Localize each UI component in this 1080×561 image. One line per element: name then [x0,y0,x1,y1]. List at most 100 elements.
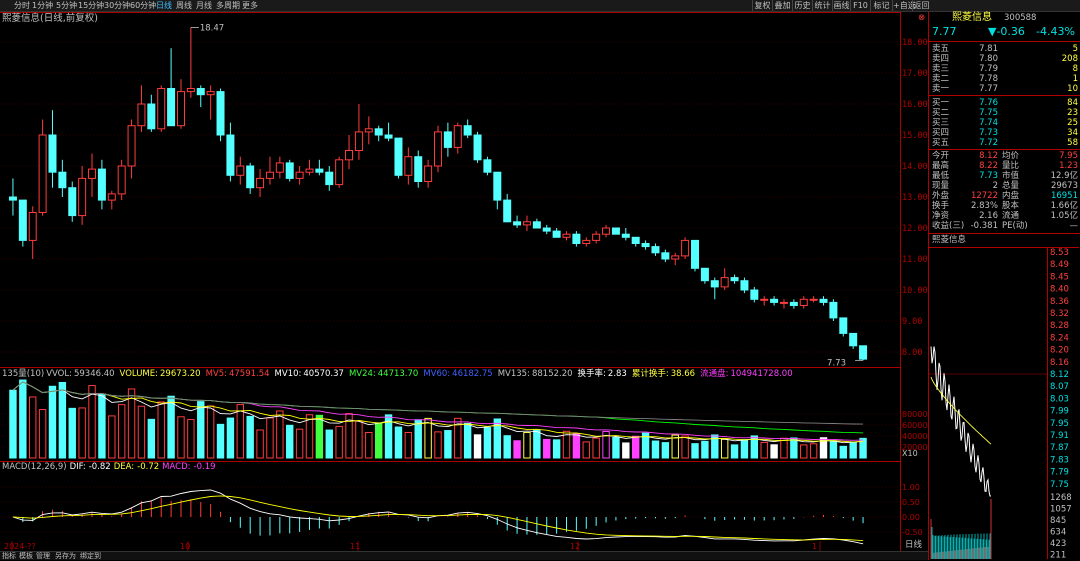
volume-legend-item: MV60: [423,369,451,379]
period-tab[interactable]: 5分钟 [56,1,77,11]
candle [256,169,265,197]
stat-label: 换手 [932,201,950,211]
bid-volume: 84 [1067,98,1078,108]
volume-bar [325,429,333,459]
volume-bar [38,409,47,459]
candle [859,345,868,361]
candle [404,147,413,185]
intraday-mini-chart[interactable]: 8.53 8.49 8.45 8.40 8.36 8.32 8.28 8.24 8.20 8.16… [929,247,1079,559]
bid-volume: 23 [1067,108,1078,118]
period-label: 日线 [905,540,923,550]
volume-bar [365,432,373,459]
mini-price-tick: 7.83 [1050,455,1069,465]
volume-legend-item: 46182.75 [452,369,493,379]
toolbar-button[interactable]: 画线 [832,0,850,11]
candle [137,85,146,132]
candle [364,116,373,145]
period-tab[interactable]: 多周期 [216,1,240,11]
candle [354,104,363,160]
volume-bar [9,389,17,459]
volume-bar [19,379,27,459]
macd-legend-item: -0.72 [137,462,160,472]
candle [671,252,680,266]
candle [147,94,156,132]
current-price: 7.77 [932,25,957,38]
volume-bar [552,439,561,459]
candle [542,224,551,235]
volume-bar [572,433,581,459]
ask-volume: 1 [1072,74,1078,84]
volume-bar [246,415,254,459]
macd-legend-item: DIF: [69,462,86,472]
bid-row: 买四 7.73 34 [932,128,1078,138]
ask-row: 卖四 7.80 208 [932,54,1078,64]
period-tab[interactable]: 30分钟 [104,1,130,11]
candle [48,110,57,188]
bid-price: 7.73 [979,128,998,138]
period-tab[interactable]: 月线 [196,1,212,11]
quote-price-row: 7.77 ▼-0.36 -4.43% [932,25,1078,40]
candle [315,159,324,176]
candle [513,215,522,228]
quote-panel: 熙菱信息 300588 7.77 ▼-0.36 -4.43% 卖五 7.81 5 卖四 7.80 2… [928,12,1080,560]
toolbar-button[interactable]: 复权 [752,0,772,11]
candle [552,228,561,238]
mini-price-tick: 8.28 [1050,321,1069,331]
period-tab[interactable]: 分时 [14,1,30,11]
volume-bar [108,415,116,459]
period-tab[interactable]: 日线 [156,1,172,11]
candle [295,166,304,185]
candle [305,159,314,176]
indicator-tabs: 指标 模板 管理 另存为 绑定到 [0,551,928,560]
toolbar-button[interactable]: 返回 [912,0,930,11]
period-tab[interactable]: 更多 [242,1,258,11]
candle [216,88,225,142]
mini-title-row: 熙菱信息 [932,235,1078,245]
mini-volume-tick: 634 [1050,528,1066,538]
stat-value: 7.95 [1059,151,1078,161]
volume-bar [216,423,225,459]
ask-row: 卖五 7.81 5 [932,44,1078,54]
chart-title: 熙菱信息(日线,前复权) [2,13,98,24]
volume-bar [167,395,175,459]
period-tab[interactable]: 15分钟 [78,1,104,11]
volume-bar [117,404,126,459]
stat-label: 流通 [1002,211,1020,221]
mini-volume-tick: 845 [1050,516,1066,526]
candle [236,156,245,185]
volume-legend-item: MV135: [497,369,530,379]
period-tab[interactable]: 周线 [176,1,192,11]
stat-row: 今开 8.12 均价 7.95 [932,151,1078,161]
stat-label: 最高 [932,161,950,171]
toolbar-button[interactable]: F10 [850,0,870,11]
toolbar-button[interactable]: 标记 [870,0,892,11]
mini-price-tick: 8.49 [1050,260,1069,270]
toolbar-button[interactable]: 叠加 [772,0,792,11]
price-tick: 14.00 [902,162,928,172]
stat-label: 股本 [1002,201,1020,211]
toolbar-button[interactable]: +自选 [892,0,916,11]
mini-price-tick: 7.87 [1050,443,1069,453]
toolbar-button[interactable]: 统计 [812,0,832,11]
period-tab[interactable]: 1分钟 [32,1,53,11]
candle [38,119,47,216]
bid-label: 买三 [932,118,950,128]
candle [691,239,700,272]
volume-bar [800,444,808,459]
volume-bar [770,444,778,459]
candle [799,296,808,309]
toolbar-button[interactable]: 历史 [792,0,812,11]
bid-price: 7.72 [979,138,998,148]
volume-bar [434,431,442,459]
volume-bar [681,435,689,459]
candle [809,296,818,303]
chart-close-icon[interactable]: ⊗ [918,13,925,24]
bid-label: 买二 [932,108,950,118]
volume-bar [236,404,244,459]
stat-label: 量比 [1002,161,1020,171]
candle [522,215,531,232]
income-row: 收益(三) -0.381 PE(动) — [932,221,1078,231]
pe-value: — [1069,221,1079,231]
period-tab[interactable]: 60分钟 [130,1,156,11]
volume-bar [790,437,798,459]
